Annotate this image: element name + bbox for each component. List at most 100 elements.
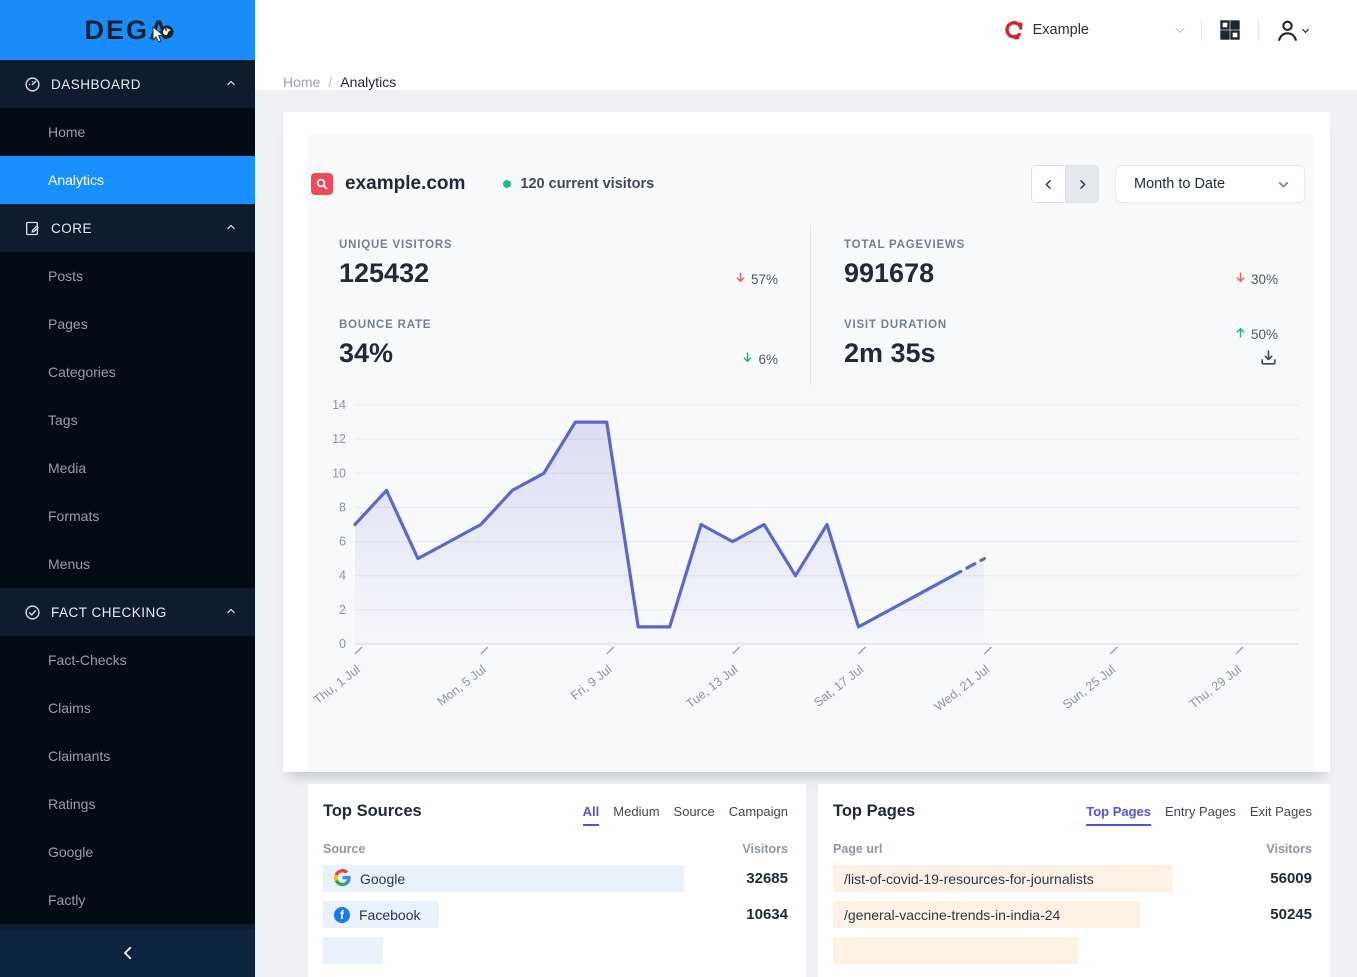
sidebar-item-media[interactable]: Media xyxy=(0,444,255,492)
sidebar-submenu: HomeAnalytics xyxy=(0,108,255,204)
sidebar-item-posts[interactable]: Posts xyxy=(0,252,255,300)
page-row-partial[interactable] xyxy=(833,937,1312,964)
sidebar-item-factly[interactable]: Factly xyxy=(0,876,255,924)
row-label: fFacebook xyxy=(323,901,724,928)
next-period-button[interactable] xyxy=(1065,166,1098,202)
sidebar-submenu: PostsPagesCategoriesTagsMediaFormatsMenu… xyxy=(0,252,255,588)
chevron-up-icon xyxy=(225,605,237,620)
column-source: Source xyxy=(323,842,365,856)
stat-delta-value: 57% xyxy=(751,272,778,287)
stat-text: TOTAL PAGEVIEWS991678 xyxy=(844,239,965,289)
svg-text:4: 4 xyxy=(339,569,346,583)
dashboard-gauge-icon xyxy=(24,76,41,93)
stat-label: VISIT DURATION xyxy=(844,319,947,331)
sidebar-logo-band[interactable]: DEGA xyxy=(0,0,255,60)
stat-unique-visitors: UNIQUE VISITORS 125432 57% xyxy=(307,225,810,305)
source-row[interactable]: Google32685 xyxy=(323,865,788,892)
stat-value: 34% xyxy=(339,338,431,369)
stat-delta-value: 30% xyxy=(1251,272,1278,287)
magnifier-glyph-icon xyxy=(315,177,329,191)
download-icon xyxy=(1259,348,1278,367)
chevron-down-icon[interactable] xyxy=(1173,23,1187,37)
sidebar-item-claimants[interactable]: Claimants xyxy=(0,732,255,780)
sidebar-section-core[interactable]: CORE xyxy=(0,204,255,252)
header-divider xyxy=(1201,19,1202,41)
user-menu-button[interactable] xyxy=(1273,16,1313,45)
pages-tab-entry-pages[interactable]: Entry Pages xyxy=(1165,804,1236,826)
sidebar-submenu: Fact-ChecksClaimsClaimantsRatingsGoogleF… xyxy=(0,636,255,924)
live-dot-icon xyxy=(503,180,511,188)
sources-tab-campaign[interactable]: Campaign xyxy=(729,804,788,826)
download-button[interactable] xyxy=(1259,348,1278,367)
breadcrumb-home-link[interactable]: Home xyxy=(283,74,320,90)
sidebar-item-ratings[interactable]: Ratings xyxy=(0,780,255,828)
source-row-partial[interactable] xyxy=(323,937,788,964)
source-row[interactable]: fFacebook10634 xyxy=(323,901,788,928)
sidebar-section-fact-checking[interactable]: FACT CHECKING xyxy=(0,588,255,636)
svg-text:8: 8 xyxy=(339,500,346,514)
app-grid-button[interactable] xyxy=(1216,16,1244,44)
chevron-right-icon xyxy=(1076,178,1089,191)
bar-area: Google xyxy=(323,865,724,892)
sidebar-item-pages[interactable]: Pages xyxy=(0,300,255,348)
org-logo-icon xyxy=(1003,19,1025,41)
sidebar-section-label: DASHBOARD xyxy=(51,77,225,92)
sidebar-item-formats[interactable]: Formats xyxy=(0,492,255,540)
form-document-icon xyxy=(24,220,41,237)
sources-tab-all[interactable]: All xyxy=(583,804,600,826)
period-nav xyxy=(1031,165,1099,203)
sidebar-item-google[interactable]: Google xyxy=(0,828,255,876)
stat-delta-value: 50% xyxy=(1251,327,1278,342)
row-label-text: Facebook xyxy=(359,907,420,923)
page-content: example.com 120 current visitors xyxy=(255,90,1357,977)
row-visitors: 56009 xyxy=(1248,870,1312,887)
row-label: /list-of-covid-19-resources-for-journali… xyxy=(833,865,1248,892)
stat-text: BOUNCE RATE 34% xyxy=(339,319,431,369)
sidebar-item-fact-checks[interactable]: Fact-Checks xyxy=(0,636,255,684)
bar-area xyxy=(833,937,1248,964)
chevron-left-icon xyxy=(1042,178,1055,191)
page-row[interactable]: /list-of-covid-19-resources-for-journali… xyxy=(833,865,1312,892)
top-pages-title: Top Pages xyxy=(833,802,915,821)
top-sources-tabs: All Medium Source Campaign xyxy=(583,804,788,826)
bar-area: /list-of-covid-19-resources-for-journali… xyxy=(833,865,1248,892)
stat-delta: 30% xyxy=(1234,271,1278,287)
stat-text: VISIT DURATION2m 35s xyxy=(844,319,947,369)
bar-area: /general-vaccine-trends-in-india-24 xyxy=(833,901,1248,928)
sidebar-section-dashboard[interactable]: DASHBOARD xyxy=(0,60,255,108)
stat-delta-wrap: 6% xyxy=(741,319,778,369)
page-row[interactable]: /general-vaccine-trends-in-india-2450245 xyxy=(833,901,1312,928)
svg-text:10: 10 xyxy=(332,466,346,480)
bar-area xyxy=(323,937,724,964)
sidebar-item-claims[interactable]: Claims xyxy=(0,684,255,732)
svg-text:Thu, 29 Jul: Thu, 29 Jul xyxy=(1187,662,1244,711)
org-switcher[interactable]: Example xyxy=(1003,19,1187,41)
sidebar-collapse-trigger[interactable] xyxy=(0,929,255,977)
sidebar-item-categories[interactable]: Categories xyxy=(0,348,255,396)
date-range-select[interactable]: Month to Date xyxy=(1115,165,1305,203)
user-icon xyxy=(1275,18,1300,43)
stat-label: BOUNCE RATE xyxy=(339,319,431,331)
google-icon xyxy=(334,869,351,889)
stat-label: UNIQUE VISITORS xyxy=(339,239,452,251)
site-domain: example.com xyxy=(345,173,465,195)
pages-tab-top-pages[interactable]: Top Pages xyxy=(1086,804,1151,826)
chevron-down-icon xyxy=(1277,178,1290,191)
top-sources-title: Top Sources xyxy=(323,802,422,821)
row-visitors: 32685 xyxy=(724,870,788,887)
site-favicon xyxy=(311,173,333,195)
previous-period-button[interactable] xyxy=(1032,166,1065,202)
stat-value: 125432 xyxy=(339,258,452,289)
sources-tab-source[interactable]: Source xyxy=(674,804,715,826)
stat-label: TOTAL PAGEVIEWS xyxy=(844,239,965,251)
sources-tab-medium[interactable]: Medium xyxy=(613,804,659,826)
sidebar-item-analytics[interactable]: Analytics xyxy=(0,156,255,204)
arrow-down-icon xyxy=(741,351,754,367)
stat-delta-wrap: 57% xyxy=(734,239,778,289)
pages-tab-exit-pages[interactable]: Exit Pages xyxy=(1250,804,1312,826)
chevron-down-icon xyxy=(1300,25,1311,36)
sidebar-item-menus[interactable]: Menus xyxy=(0,540,255,588)
chart-wrap: 02468101214Thu, 1 JulMon, 5 JulFri, 9 Ju… xyxy=(307,391,1313,731)
sidebar-item-tags[interactable]: Tags xyxy=(0,396,255,444)
sidebar-item-home[interactable]: Home xyxy=(0,108,255,156)
